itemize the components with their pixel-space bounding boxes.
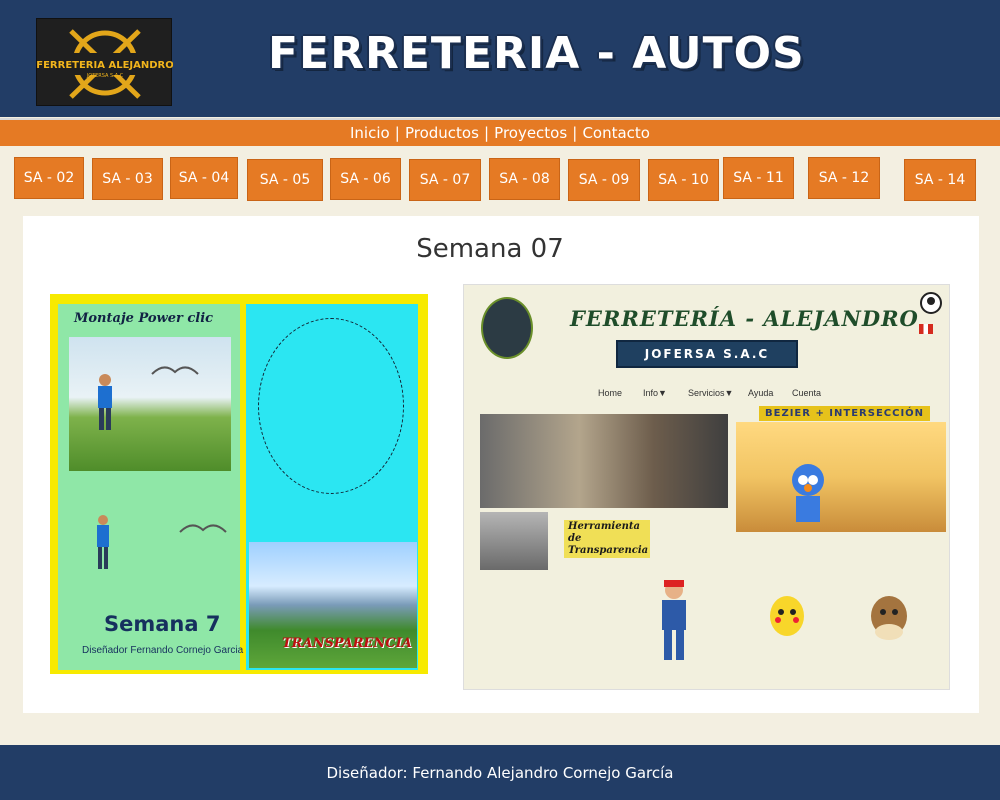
preview-right-menu-ayuda: Ayuda [748, 388, 774, 398]
preview-right-tag-tool: Herramienta de Transparencia [564, 520, 650, 558]
main-nav: Inicio | Productos | Proyectos | Contact… [0, 118, 1000, 146]
footer: Diseñador: Fernando Alejandro Cornejo Ga… [0, 745, 1000, 800]
week-button-sa-14[interactable]: SA - 14 [904, 159, 976, 201]
nav-separator: | [572, 124, 578, 142]
preview-right-title: FERRETERÍA - ALEJANDRO [570, 306, 919, 331]
week-button-sa-08[interactable]: SA - 08 [489, 158, 560, 200]
preview-right-menu-info: Info▼ [643, 388, 667, 398]
preview-left-heading: Montaje Power clic [74, 311, 214, 326]
preview-left-banner: TRANSPARENCIA [282, 636, 412, 651]
preview-right-menu-home: Home [598, 388, 623, 398]
week-button-sa-11[interactable]: SA - 11 [723, 157, 794, 199]
preview-left-big-title: Semana 7 [104, 612, 221, 636]
pikachu-figure [770, 596, 804, 636]
week-button-sa-07[interactable]: SA - 07 [409, 159, 481, 201]
site-logo[interactable]: FERRETERIA ALEJANDRO JOFERSA S.A.C [36, 18, 173, 106]
eevee-figure [871, 596, 907, 640]
bird-figure [179, 524, 227, 533]
week-button-sa-05[interactable]: SA - 05 [247, 159, 323, 201]
week-button-sa-12[interactable]: SA - 12 [808, 157, 880, 199]
footer-credit: Diseñador: Fernando Alejandro Cornejo Ga… [326, 764, 674, 782]
preview-right-menu-cuenta: Cuenta [792, 388, 822, 398]
preview-left-body-text [158, 478, 238, 608]
week-button-sa-06[interactable]: SA - 06 [330, 158, 401, 200]
user-account-icon [920, 292, 942, 314]
section-title: Semana 07 [416, 234, 564, 264]
week-button-sa-10[interactable]: SA - 10 [648, 159, 719, 201]
logo-graphic: FERRETERIA ALEJANDRO JOFERSA S.A.C [37, 29, 173, 99]
worker-figure [662, 580, 686, 660]
cartoon-character [792, 464, 824, 522]
week-button-sa-04[interactable]: SA - 04 [170, 157, 238, 199]
nav-separator: | [484, 124, 490, 142]
preview-right-illustration [736, 422, 946, 532]
preview-right-body-text [486, 578, 656, 670]
nav-link-inicio[interactable]: Inicio [350, 124, 390, 142]
preview-left-designer: Diseñador Fernando Cornejo Garcia [82, 645, 244, 656]
flag-icon [919, 324, 933, 334]
nav-separator: | [394, 124, 400, 142]
header: FERRETERIA ALEJANDRO JOFERSA S.A.C FERRE… [0, 0, 1000, 117]
person-figure [98, 374, 112, 430]
logo-subtext: JOFERSA S.A.C [86, 73, 124, 79]
preview-right-store-photo [480, 414, 728, 508]
preview-right-subtitle: JOFERSA S.A.C [616, 340, 798, 368]
bird-figure [151, 366, 199, 375]
site-title: FERRETERIA - AUTOS [268, 28, 805, 79]
nav-link-productos[interactable]: Productos [405, 124, 479, 142]
preview-right-menu-servicios: Servicios▼ [688, 388, 734, 398]
preview-left-text-circle [258, 318, 404, 494]
preview-right-tag-bezier: BEZIER + INTERSECCIÓN [759, 406, 931, 421]
preview-right-tools-photo [480, 512, 548, 570]
person-figure [97, 515, 109, 569]
week-button-sa-03[interactable]: SA - 03 [92, 158, 163, 200]
preview-right-logo [481, 297, 533, 359]
logo-text: FERRETERIA ALEJANDRO [37, 60, 173, 71]
week-button-sa-09[interactable]: SA - 09 [568, 159, 640, 201]
nav-link-contacto[interactable]: Contacto [582, 124, 650, 142]
week-button-sa-02[interactable]: SA - 02 [14, 157, 84, 199]
nav-link-proyectos[interactable]: Proyectos [494, 124, 567, 142]
